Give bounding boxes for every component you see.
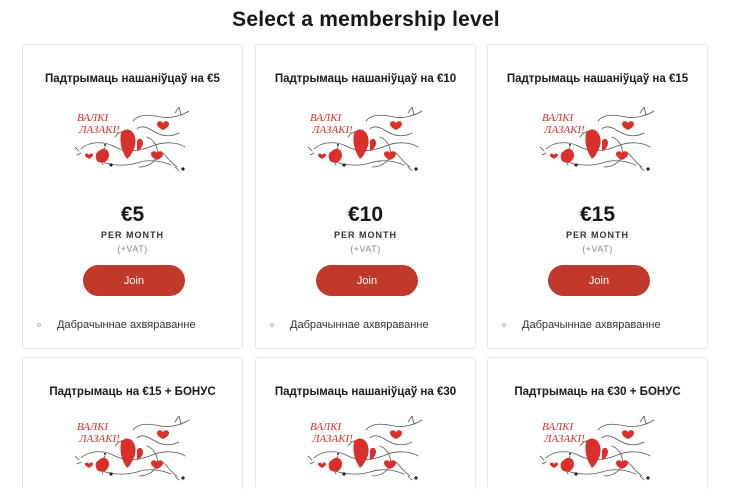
membership-card: Падтрымаць на €15 + БОНУС: [22, 357, 243, 489]
tier-artwork: [75, 416, 191, 482]
bullet-icon: [37, 323, 41, 327]
tier-artwork: [540, 107, 656, 173]
tier-vat: (+VAT): [117, 244, 148, 254]
join-button[interactable]: Join: [548, 265, 650, 296]
tier-price: €5: [120, 203, 145, 226]
tier-artwork: [308, 416, 424, 482]
join-button[interactable]: Join: [316, 265, 418, 296]
tier-title: Падтрымаць нашаніўцаў на €15: [506, 73, 689, 85]
join-button[interactable]: Join: [83, 265, 185, 296]
tier-title: Падтрымаць нашаніўцаў на €10: [274, 73, 457, 85]
tier-period: PER MONTH: [101, 230, 164, 240]
tier-title: Падтрымаць нашаніўцаў на €5: [45, 73, 220, 85]
bullet-icon: [270, 323, 274, 327]
benefit-label: Дабрачыннае ахвяраванне: [57, 319, 196, 331]
tier-period: PER MONTH: [566, 230, 629, 240]
bullet-icon: [502, 323, 506, 327]
benefit-label: Дабрачыннае ахвяраванне: [290, 319, 429, 331]
tier-title: Падтрымаць на €15 + БОНУС: [49, 386, 216, 398]
membership-card: Падтрымаць нашаніўцаў на €10 €10 PER MON…: [255, 44, 476, 349]
tier-title: Падтрымаць нашаніўцаў на €30: [274, 386, 457, 398]
tier-price: €10: [347, 203, 384, 226]
tier-price: €15: [579, 203, 616, 226]
membership-card: Падтрымаць нашаніўцаў на €15 €15 PER MON…: [487, 44, 708, 349]
membership-card: Падтрымаць на €30 + БОНУС: [487, 357, 708, 489]
membership-card: Падтрымаць нашаніўцаў на €5 €5 PER MONTH…: [22, 44, 243, 349]
tier-benefit: Дабрачыннае ахвяраванне: [270, 319, 429, 331]
membership-card: Падтрымаць нашаніўцаў на €30: [255, 357, 476, 489]
tier-artwork: [75, 107, 191, 173]
tier-benefit: Дабрачыннае ахвяраванне: [37, 319, 196, 331]
tier-benefit: Дабрачыннае ахвяраванне: [502, 319, 661, 331]
membership-grid: Падтрымаць нашаніўцаў на €5 €5 PER MONTH…: [0, 0, 732, 489]
tier-vat: (+VAT): [582, 244, 613, 254]
tier-vat: (+VAT): [350, 244, 381, 254]
tier-period: PER MONTH: [334, 230, 397, 240]
tier-title: Падтрымаць на €30 + БОНУС: [514, 386, 681, 398]
tier-artwork: [308, 107, 424, 173]
tier-artwork: [540, 416, 656, 482]
benefit-label: Дабрачыннае ахвяраванне: [522, 319, 661, 331]
